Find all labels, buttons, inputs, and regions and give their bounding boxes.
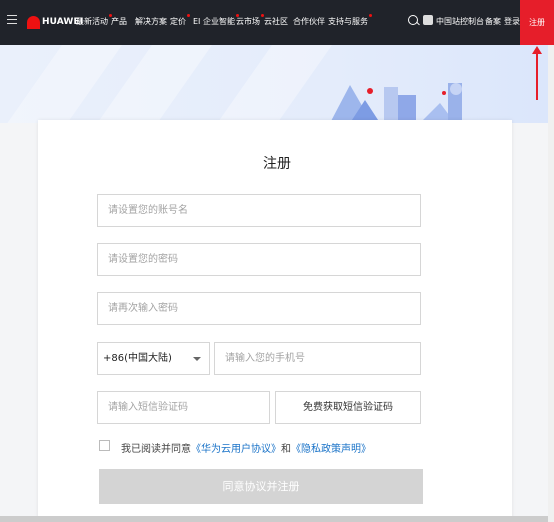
agree-and-register-button[interactable]: 同意协议并注册: [99, 469, 423, 504]
region-flag-icon[interactable]: [423, 15, 433, 25]
agreement-text: 我已阅读并同意《华为云用户协议》和《隐私政策声明》: [121, 440, 371, 455]
register-button[interactable]: 注册: [520, 0, 554, 45]
nav-item-pricing[interactable]: 定价: [170, 14, 190, 27]
annotation-arrow: [536, 52, 538, 100]
login-link[interactable]: 登录: [504, 16, 520, 27]
nav-item-ei[interactable]: EI 企业智能: [193, 14, 239, 27]
nav-item-community[interactable]: 云社区: [264, 16, 288, 27]
privacy-policy-link[interactable]: 《隐私政策声明》: [291, 444, 371, 455]
nav-item-support[interactable]: 支持与服务: [328, 14, 372, 27]
hero-banner: [0, 45, 548, 123]
confirm-password-input[interactable]: 请再次输入密码: [97, 292, 421, 325]
huawei-logo[interactable]: HUAWEI: [27, 14, 83, 30]
filing-link[interactable]: 备案: [485, 16, 501, 27]
nav-item-solutions[interactable]: 解决方案: [135, 16, 167, 27]
nav-item-marketplace[interactable]: 云市场: [236, 14, 264, 27]
password-input[interactable]: 请设置您的密码: [97, 243, 421, 276]
user-agreement-link[interactable]: 《华为云用户协议》: [191, 444, 281, 455]
menu-icon[interactable]: [7, 15, 17, 25]
page-title: 注册: [263, 156, 291, 172]
account-name-input[interactable]: 请设置您的账号名: [97, 194, 421, 227]
agree-checkbox[interactable]: [99, 440, 110, 451]
nav-item-partners[interactable]: 合作伙伴: [293, 16, 325, 27]
huawei-flower-icon: [27, 15, 40, 29]
nav-item-latest-activities[interactable]: 最新活动: [76, 14, 112, 27]
top-navigation-bar: HUAWEI 最新活动 产品 解决方案 定价 EI 企业智能 云市场 云社区 合…: [0, 0, 554, 45]
sms-code-input[interactable]: 请输入短信验证码: [97, 391, 270, 424]
annotation-arrow-head: [532, 46, 542, 54]
chevron-down-icon: [193, 357, 201, 361]
country-code-value: +86(中国大陆): [103, 353, 172, 364]
horizontal-scrollbar[interactable]: [0, 516, 548, 522]
nav-item-products[interactable]: 产品: [111, 16, 127, 27]
search-icon[interactable]: [408, 15, 418, 25]
agree-prefix: 我已阅读并同意: [121, 444, 191, 455]
region-selector[interactable]: 中国站: [436, 16, 460, 27]
scrollbar[interactable]: [548, 45, 554, 522]
console-link[interactable]: 控制台: [460, 16, 484, 27]
and-text: 和: [281, 444, 291, 455]
get-sms-code-button[interactable]: 免费获取短信验证码: [275, 391, 421, 424]
phone-input[interactable]: 请输入您的手机号: [214, 342, 421, 375]
country-code-select[interactable]: +86(中国大陆): [97, 342, 210, 375]
banner-illustration: [330, 83, 462, 123]
